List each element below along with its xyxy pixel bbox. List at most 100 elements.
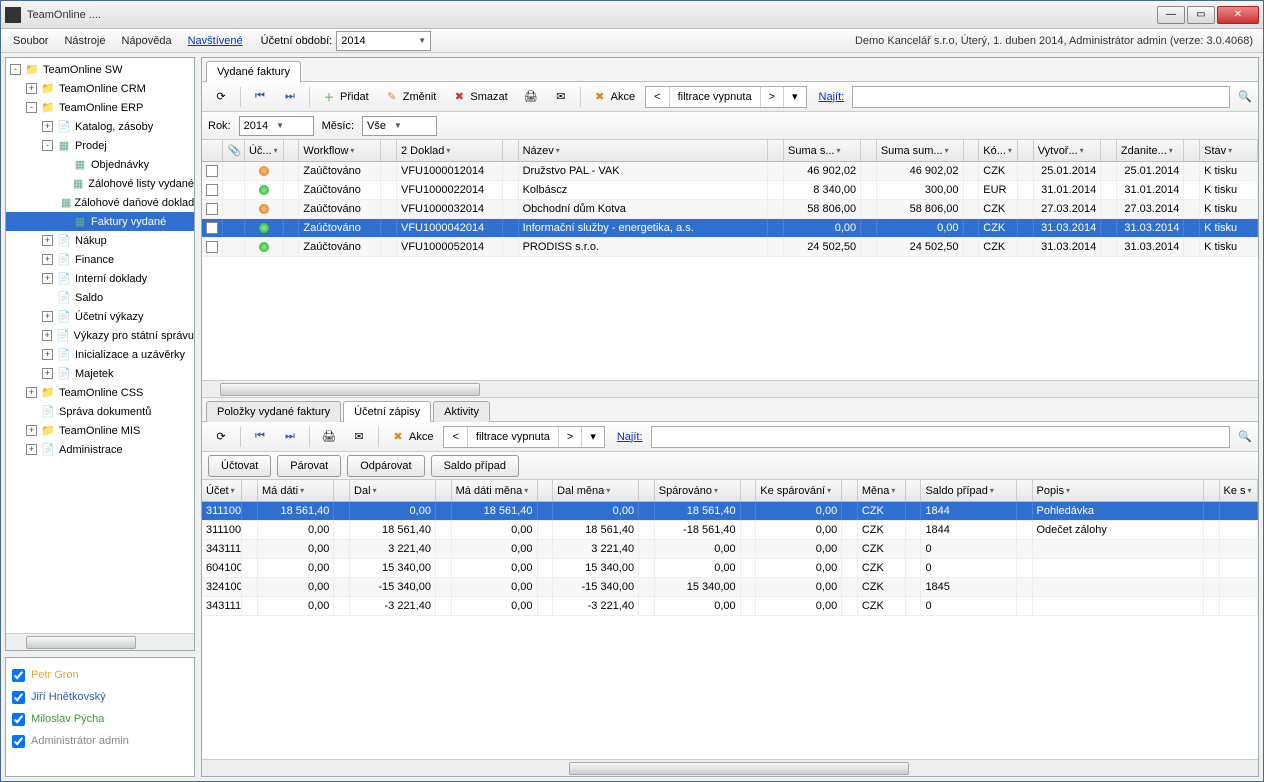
filter-more[interactable]: ▾: [784, 87, 806, 107]
entries-grid[interactable]: Účet▾Má dáti▾Dal▾Má dáti měna▾Dal měna▾S…: [202, 480, 1258, 759]
column-header[interactable]: [1017, 480, 1033, 501]
expand-icon[interactable]: +: [42, 273, 53, 284]
delete-button[interactable]: ✖Smazat: [446, 86, 513, 108]
entry-row[interactable]: 3241000,00-15 340,000,00-15 340,0015 340…: [202, 578, 1258, 597]
row-checkbox[interactable]: [206, 165, 218, 177]
entry-row[interactable]: 3431110,003 221,400,003 221,400,000,00CZ…: [202, 540, 1258, 559]
tree-item[interactable]: ▦Objednávky: [6, 155, 194, 174]
edit-button[interactable]: ✎Změnit: [379, 86, 443, 108]
upper-hscroll[interactable]: [202, 380, 1258, 397]
column-header[interactable]: Workflow▾: [299, 140, 381, 161]
menu-napoveda[interactable]: Nápověda: [113, 32, 179, 50]
expand-icon[interactable]: +: [26, 425, 37, 436]
invoice-row[interactable]: ZaúčtovánoVFU1000052014PRODISS s.r.o.24 …: [202, 238, 1258, 257]
column-header[interactable]: [768, 140, 784, 161]
tree-item[interactable]: +📄Finance: [6, 250, 194, 269]
entry-row[interactable]: 3431110,00-3 221,400,00-3 221,400,000,00…: [202, 597, 1258, 616]
column-header[interactable]: [503, 140, 519, 161]
last-button[interactable]: ⏭: [277, 86, 303, 108]
tree-item[interactable]: -📁TeamOnline ERP: [6, 98, 194, 117]
search-icon[interactable]: 🔍: [1238, 90, 1252, 103]
mail-button[interactable]: ✉: [548, 86, 574, 108]
filter-more[interactable]: ▾: [582, 427, 604, 447]
row-checkbox[interactable]: [206, 222, 218, 234]
tab-polozky[interactable]: Položky vydané faktury: [206, 401, 341, 422]
expand-icon[interactable]: -: [42, 140, 53, 151]
tree-item[interactable]: +📄Interní doklady: [6, 269, 194, 288]
tree-item[interactable]: -▦Prodej: [6, 136, 194, 155]
tree-item[interactable]: ▦Zálohové listy vydané: [6, 174, 194, 193]
expand-icon[interactable]: -: [26, 102, 37, 113]
column-header[interactable]: [242, 480, 258, 501]
tree-item[interactable]: +📄Majetek: [6, 364, 194, 383]
invoices-grid[interactable]: 📎Úč...▾Workflow▾2 Doklad▾Název▾Suma s...…: [202, 140, 1258, 380]
tree-item[interactable]: 📄Saldo: [6, 288, 194, 307]
actions-button[interactable]: ✖Akce: [385, 426, 439, 448]
expand-icon[interactable]: +: [26, 387, 37, 398]
tab-ucet-zapisy[interactable]: Účetní zápisy: [343, 401, 431, 422]
tree-item[interactable]: +📁TeamOnline CSS: [6, 383, 194, 402]
column-header[interactable]: [842, 480, 858, 501]
expand-icon[interactable]: -: [10, 64, 21, 75]
column-header[interactable]: [1018, 140, 1034, 161]
last-button[interactable]: ⏭: [277, 426, 303, 448]
column-header[interactable]: Dal měna▾: [553, 480, 639, 501]
expand-icon[interactable]: +: [42, 368, 53, 379]
filter-box[interactable]: < filtrace vypnuta > ▾: [443, 426, 604, 448]
tree-item[interactable]: +📁TeamOnline MIS: [6, 421, 194, 440]
column-header[interactable]: Ke spárování▾: [756, 480, 842, 501]
expand-icon[interactable]: +: [42, 349, 53, 360]
column-header[interactable]: Spárováno▾: [655, 480, 741, 501]
tree-item[interactable]: +📄Nákup: [6, 231, 194, 250]
column-header[interactable]: [1204, 480, 1220, 501]
tree-hscroll[interactable]: [6, 633, 194, 650]
tree-item[interactable]: ▦Faktury vydané: [6, 212, 194, 231]
user-checkbox[interactable]: [12, 713, 25, 726]
tree-item[interactable]: ▦Zálohové daňové doklady: [6, 193, 194, 212]
column-header[interactable]: [381, 140, 397, 161]
column-header[interactable]: [964, 140, 980, 161]
user-checkbox[interactable]: [12, 691, 25, 704]
row-checkbox[interactable]: [206, 241, 218, 253]
tree-item[interactable]: -📁TeamOnline SW: [6, 60, 194, 79]
column-header[interactable]: Má dáti měna▾: [452, 480, 538, 501]
refresh-button[interactable]: ⟳: [208, 86, 234, 108]
column-header[interactable]: [436, 480, 452, 501]
entry-row[interactable]: 6041000,0015 340,000,0015 340,000,000,00…: [202, 559, 1258, 578]
filter-label[interactable]: filtrace vypnuta: [468, 427, 559, 447]
expand-icon[interactable]: +: [42, 235, 53, 246]
column-header[interactable]: Dal▾: [350, 480, 436, 501]
find-label[interactable]: Najít:: [617, 431, 643, 443]
tree-item[interactable]: +📄Inicializace a uzávěrky: [6, 345, 194, 364]
close-button[interactable]: ✕: [1217, 6, 1259, 24]
menu-navstivene[interactable]: Navštívené: [180, 32, 251, 50]
action-button[interactable]: Párovat: [277, 455, 341, 477]
column-header[interactable]: 2 Doklad▾: [397, 140, 503, 161]
column-header[interactable]: Má dáti▾: [258, 480, 334, 501]
column-header[interactable]: [639, 480, 655, 501]
expand-icon[interactable]: +: [26, 83, 37, 94]
column-header[interactable]: [861, 140, 877, 161]
tab-vydane-faktury[interactable]: Vydané faktury: [206, 61, 301, 82]
find-label[interactable]: Najít:: [819, 91, 845, 103]
filter-box[interactable]: < filtrace vypnuta > ▾: [645, 86, 806, 108]
action-button[interactable]: Odpárovat: [347, 455, 424, 477]
first-button[interactable]: ⏮: [247, 426, 273, 448]
tree-item[interactable]: +📄Účetní výkazy: [6, 307, 194, 326]
tree-item[interactable]: +📄Katalog, zásoby: [6, 117, 194, 136]
column-header[interactable]: 📎: [223, 140, 244, 161]
invoice-row[interactable]: ZaúčtovánoVFU1000022014Kolbáscz8 340,003…: [202, 181, 1258, 200]
column-header[interactable]: [284, 140, 300, 161]
column-header[interactable]: [1101, 140, 1117, 161]
column-header[interactable]: [1184, 140, 1200, 161]
maximize-button[interactable]: ▭: [1187, 6, 1215, 24]
column-header[interactable]: Ke s▾: [1220, 480, 1258, 501]
find-input[interactable]: [651, 426, 1231, 448]
add-button[interactable]: ＋Přidat: [316, 86, 375, 108]
column-header[interactable]: [538, 480, 554, 501]
user-checkbox[interactable]: [12, 669, 25, 682]
search-icon[interactable]: 🔍: [1238, 430, 1252, 443]
row-checkbox[interactable]: [206, 184, 218, 196]
column-header[interactable]: Vytvoř...▾: [1034, 140, 1102, 161]
tree-item[interactable]: +📁TeamOnline CRM: [6, 79, 194, 98]
